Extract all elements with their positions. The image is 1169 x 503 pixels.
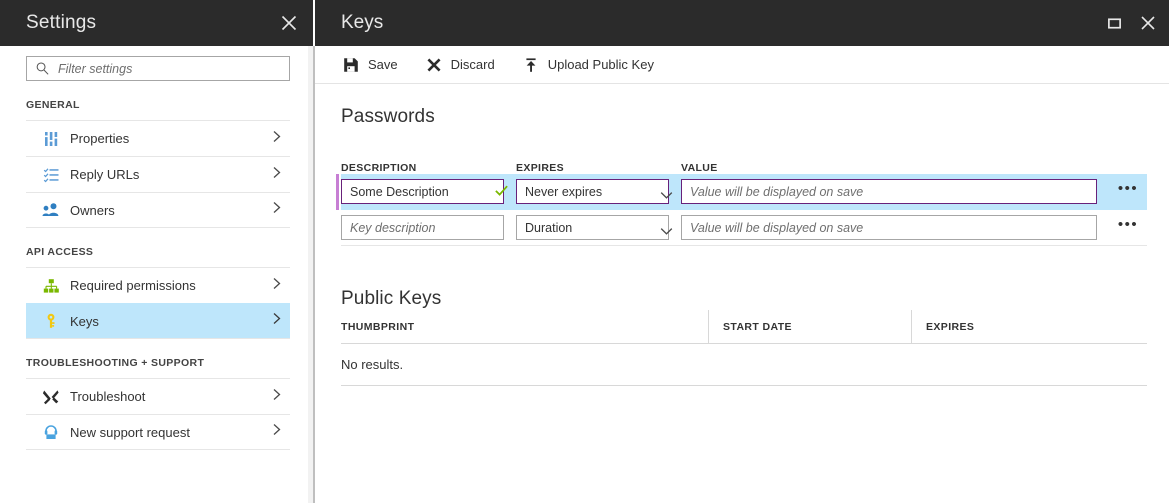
row-change-marker (336, 174, 339, 210)
row-more-button[interactable]: ••• (1109, 179, 1147, 204)
upload-public-key-button[interactable]: Upload Public Key (521, 50, 664, 80)
people-icon (38, 202, 64, 218)
sidebar-item-reply-urls[interactable]: Reply URLs (26, 156, 290, 192)
upload-arrow-icon (521, 57, 541, 73)
close-icon[interactable] (273, 7, 305, 39)
sidebar-item-required-permissions[interactable]: Required permissions (26, 267, 290, 303)
group-label-general: GENERAL (26, 99, 80, 111)
settings-blade-title: Settings (26, 12, 97, 33)
save-button-label: Save (368, 57, 398, 72)
discard-button[interactable]: Discard (424, 50, 505, 80)
column-header-expires: EXPIRES (911, 309, 1147, 344)
passwords-table-header: DESCRIPTION EXPIRES VALUE (341, 154, 1147, 174)
column-header-value: VALUE (681, 162, 718, 174)
expires-select[interactable]: Never expires (516, 179, 669, 204)
nav-group-api-access: Required permissions Keys (26, 267, 290, 339)
chevron-right-icon (270, 164, 284, 185)
chevron-right-icon (270, 311, 284, 332)
search-input[interactable] (56, 57, 284, 80)
discard-x-icon (424, 57, 444, 73)
hierarchy-icon (38, 278, 64, 294)
public-keys-table-header: THUMBPRINT START DATE EXPIRES (341, 309, 1147, 344)
sidebar-item-label: Troubleshoot (70, 389, 146, 404)
public-keys-section-title: Public Keys (341, 288, 442, 309)
key-icon (38, 313, 64, 329)
save-floppy-icon (341, 57, 361, 73)
sidebar-item-owners[interactable]: Owners (26, 192, 290, 228)
chevron-right-icon (270, 128, 284, 149)
group-label-api-access: API ACCESS (26, 246, 94, 258)
keys-content: Passwords DESCRIPTION EXPIRES VALUE Some… (315, 84, 1169, 386)
checklist-icon (38, 167, 64, 183)
sidebar-item-label: Reply URLs (70, 167, 140, 182)
sidebar-item-keys[interactable]: Keys (26, 303, 290, 339)
chevron-right-icon (270, 386, 284, 407)
sidebar-item-label: Properties (70, 131, 130, 146)
support-headset-icon (38, 424, 64, 440)
no-results-text: No results. (341, 344, 1147, 386)
expires-cell: Never expires (516, 179, 681, 204)
nav-group-general: Properties Reply URLs Owners (26, 120, 290, 228)
expires-select-value: Duration (525, 220, 573, 235)
search-box[interactable] (26, 56, 290, 81)
value-cell (681, 179, 1109, 204)
column-header-expires: EXPIRES (516, 162, 564, 174)
value-input[interactable] (681, 179, 1097, 204)
value-input[interactable] (681, 215, 1097, 240)
description-input[interactable] (341, 215, 504, 240)
public-keys-table: THUMBPRINT START DATE EXPIRES No results… (341, 309, 1147, 386)
azure-portal-window: Settings GENERAL (0, 0, 1169, 503)
passwords-section-title: Passwords (341, 106, 435, 127)
maximize-icon[interactable] (1097, 6, 1131, 40)
sidebar-item-properties[interactable]: Properties (26, 120, 290, 156)
passwords-table: DESCRIPTION EXPIRES VALUE Some Descripti… (336, 154, 1147, 246)
value-cell (681, 215, 1109, 240)
expires-select[interactable]: Duration (516, 215, 669, 240)
sidebar-item-troubleshoot[interactable]: Troubleshoot (26, 378, 290, 414)
sidebar-item-label: New support request (70, 424, 190, 440)
keys-toolbar: Save Discard Upload Public Key (315, 46, 1169, 84)
group-label-troubleshooting: TROUBLESHOOTING + SUPPORT (26, 357, 205, 369)
upload-public-key-button-label: Upload Public Key (547, 57, 654, 72)
filter-settings-container (0, 46, 313, 81)
wrench-screwdriver-icon (38, 389, 64, 405)
sidebar-item-label: Required permissions (70, 278, 196, 293)
row-more-button[interactable]: ••• (1109, 215, 1147, 240)
sidebar-item-label: Owners (70, 202, 115, 218)
column-header-thumbprint: THUMBPRINT (341, 320, 415, 333)
settings-blade: Settings GENERAL (0, 0, 313, 503)
chevron-right-icon (270, 422, 284, 443)
close-icon[interactable] (1131, 6, 1165, 40)
discard-button-label: Discard (450, 57, 495, 72)
sidebar-item-label: Keys (70, 313, 99, 329)
password-row: Duration ••• (341, 210, 1147, 246)
save-button[interactable]: Save (341, 50, 408, 80)
search-icon (35, 61, 50, 81)
column-header-start-date: START DATE (708, 309, 911, 344)
description-input[interactable] (341, 179, 504, 204)
sidebar-item-new-support-request[interactable]: New support request (26, 414, 290, 450)
keys-blade: Keys Save Discard Upload Public Key Pass… (315, 0, 1169, 503)
chevron-right-icon (270, 275, 284, 296)
keys-blade-header: Keys (315, 0, 1169, 46)
expires-select-value: Never expires (525, 184, 603, 199)
sliders-icon (38, 131, 64, 147)
column-header-description: DESCRIPTION (341, 162, 417, 174)
settings-blade-header: Settings (0, 0, 313, 46)
description-cell (341, 215, 516, 240)
password-row: Never expires ••• (336, 174, 1147, 210)
expires-cell: Duration (516, 215, 681, 240)
description-cell (341, 179, 516, 204)
row-more-cell: ••• (1109, 179, 1147, 204)
public-keys-section: Public Keys THUMBPRINT START DATE EXPIRE… (341, 288, 1169, 386)
nav-group-troubleshooting: Troubleshoot New support request (26, 378, 290, 450)
page-title: Keys (341, 12, 384, 33)
chevron-right-icon (270, 200, 284, 221)
window-controls (1097, 0, 1165, 46)
row-more-cell: ••• (1109, 215, 1147, 240)
